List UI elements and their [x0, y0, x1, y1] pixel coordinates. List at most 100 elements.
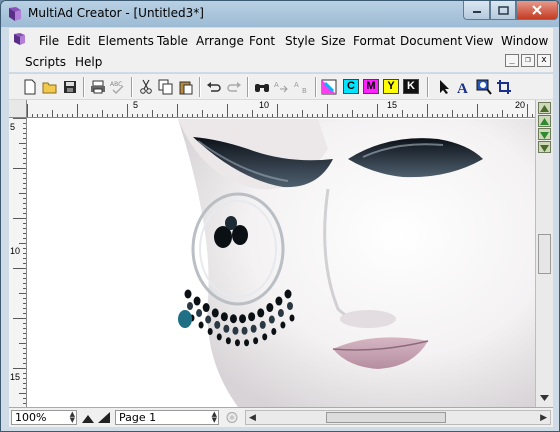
cyan-color-swatch[interactable]: C	[343, 79, 359, 94]
menu-scripts[interactable]: Scripts	[25, 54, 66, 70]
black-color-swatch[interactable]: K	[403, 79, 419, 94]
page-up-button[interactable]	[538, 115, 551, 127]
menu-view[interactable]: View	[465, 33, 493, 49]
save-icon	[64, 81, 76, 93]
minimize-icon	[472, 11, 481, 13]
app-window: MultiAd Creator - [Untitled3*] File Edit…	[0, 0, 560, 432]
replace-icon: AB	[294, 81, 307, 94]
horizontal-scroll-thumb[interactable]	[326, 412, 446, 423]
scroll-down-arrow-icon[interactable]	[539, 394, 550, 402]
scroll-up-page-button[interactable]	[538, 102, 551, 114]
magenta-color-swatch[interactable]: M	[363, 79, 379, 94]
crop-tool-button[interactable]	[495, 78, 513, 96]
paste-button[interactable]	[177, 78, 195, 96]
menu-file[interactable]: File	[39, 33, 59, 49]
replace-button[interactable]: AB	[293, 78, 311, 96]
yellow-color-swatch[interactable]: Y	[383, 79, 399, 94]
find-icon	[255, 84, 269, 92]
zoom-spinner-icon[interactable]: ▲ ▼	[70, 411, 75, 424]
redo-button[interactable]	[225, 78, 243, 96]
document-area: 5 10 15 20 5 10 15	[9, 100, 553, 407]
scroll-right-icon[interactable]: ▶	[540, 412, 547, 424]
menu-window[interactable]: Window	[501, 33, 548, 49]
close-button[interactable]	[516, 1, 558, 20]
earring-bead	[198, 321, 204, 329]
menu-arrange[interactable]: Arrange	[196, 33, 244, 49]
earring-bead	[211, 308, 219, 318]
menu-edit[interactable]: Edit	[67, 33, 90, 49]
toolbar-separator	[199, 77, 201, 97]
menu-elements[interactable]: Elements	[98, 33, 154, 49]
page-selector[interactable]: Page 1 ▲ ▼	[115, 410, 219, 425]
toolbar-separator	[247, 77, 249, 97]
title-bar[interactable]: MultiAd Creator - [Untitled3*]	[1, 1, 559, 27]
layer-toggle-icon[interactable]	[225, 411, 239, 424]
earring-bead	[184, 289, 192, 299]
save-button[interactable]	[61, 78, 79, 96]
doc-restore-button[interactable]: ❐	[521, 54, 535, 67]
toolbar-separator	[427, 77, 429, 97]
text-tool-button[interactable]: A	[455, 78, 473, 96]
menu-help[interactable]: Help	[75, 54, 102, 70]
find-button[interactable]	[253, 78, 271, 96]
ruler-label: 15	[10, 372, 21, 382]
undo-button[interactable]	[205, 78, 223, 96]
vertical-scroll-thumb[interactable]	[538, 234, 551, 274]
open-button[interactable]	[41, 78, 59, 96]
vertical-ruler[interactable]: 5 10 15	[9, 118, 27, 407]
cut-button[interactable]	[137, 78, 155, 96]
page-thumbnail-large-icon[interactable]	[97, 411, 111, 424]
ruler-origin[interactable]	[9, 100, 27, 118]
svg-text:ABC: ABC	[110, 81, 122, 88]
earring-bead	[266, 303, 274, 313]
undo-icon	[207, 82, 221, 92]
zoom-field[interactable]: 100% ▲ ▼	[11, 410, 77, 425]
menu-document[interactable]: Document	[400, 33, 462, 49]
ruler-label: 15	[387, 100, 398, 110]
scroll-left-icon[interactable]: ◀	[249, 412, 256, 424]
vertical-scrollbar[interactable]	[535, 100, 553, 407]
menu-table[interactable]: Table	[157, 33, 188, 49]
redo-icon	[227, 82, 241, 92]
pointer-tool-button[interactable]	[435, 78, 453, 96]
text-tool-icon: A	[457, 81, 468, 95]
scroll-down-page-button[interactable]	[538, 141, 551, 153]
color-mixer-button[interactable]	[320, 78, 338, 96]
menu-style[interactable]: Style	[285, 33, 315, 49]
page-down-button[interactable]	[538, 128, 551, 140]
page-spinner-icon[interactable]: ▲ ▼	[212, 411, 217, 424]
doc-minimize-button[interactable]: _	[505, 54, 519, 67]
nostril-shadow	[340, 310, 396, 328]
page-thumbnail-small-icon[interactable]	[81, 411, 95, 424]
copy-button[interactable]	[157, 78, 175, 96]
earring-bead	[262, 333, 268, 341]
print-button[interactable]	[89, 78, 107, 96]
maximize-icon	[497, 5, 509, 15]
doc-close-button[interactable]: x	[537, 54, 551, 67]
toolbar-separator	[83, 77, 85, 97]
new-document-button[interactable]	[21, 78, 39, 96]
zoom-tool-button[interactable]	[475, 78, 493, 96]
placed-photo[interactable]	[28, 119, 535, 407]
maximize-button[interactable]	[490, 1, 516, 20]
menu-bar: File Edit Elements Table Arrange Font St…	[9, 28, 553, 72]
find-next-button[interactable]: A	[273, 78, 291, 96]
page-canvas[interactable]	[28, 119, 535, 407]
earring-bead	[253, 337, 259, 345]
menu-format[interactable]: Format	[353, 33, 395, 49]
earring-bead	[241, 326, 248, 335]
earring-bead	[259, 320, 266, 329]
ruler-label: 5	[10, 122, 16, 132]
minimize-button[interactable]	[463, 1, 490, 20]
open-folder-icon	[42, 82, 57, 94]
horizontal-ruler[interactable]: 5 10 15 20	[27, 100, 535, 118]
ruler-label: 20	[515, 100, 526, 110]
earring-bead	[284, 289, 292, 299]
document-system-icon[interactable]	[13, 32, 27, 46]
menu-font[interactable]: Font	[249, 33, 275, 49]
menu-size[interactable]: Size	[321, 33, 346, 49]
ruler-label: 5	[133, 100, 139, 110]
horizontal-scrollbar[interactable]: ◀ ▶	[245, 410, 551, 425]
vertical-ruler-ticks	[13, 118, 26, 404]
spell-check-button[interactable]: ABC	[109, 78, 127, 96]
